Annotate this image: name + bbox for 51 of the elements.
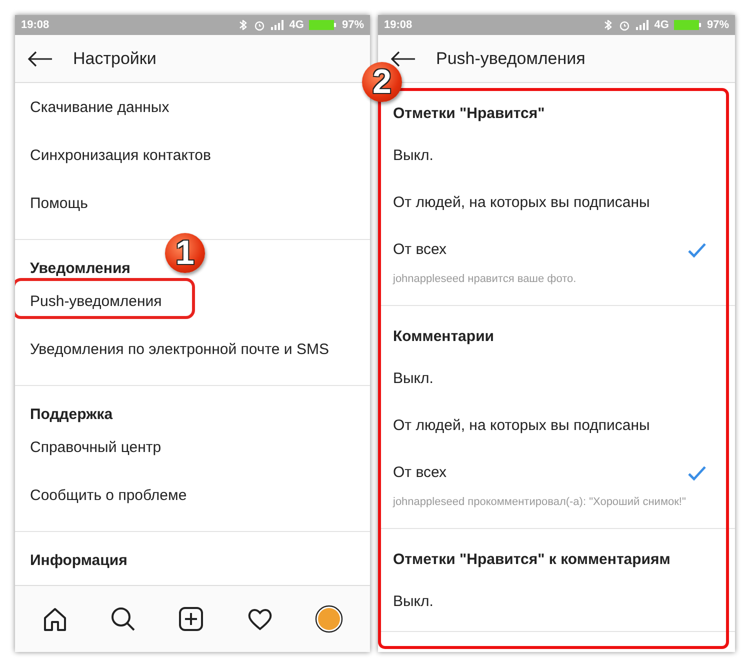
option-label: Выкл. [393,147,434,164]
section-heading: Комментарии [392,327,496,347]
bluetooth-icon [237,20,250,30]
avatar-icon[interactable] [314,605,343,633]
home-icon[interactable] [42,606,68,632]
heart-icon[interactable] [246,606,273,632]
option-item[interactable]: Выкл. [378,578,735,625]
screen-title: Push-уведомления [436,48,586,68]
battery-level: 97% [342,19,364,31]
settings-item[interactable]: Синхронизация контактов [15,131,370,179]
screen-title: Настройки [73,48,156,68]
option-item[interactable]: От всех [378,449,735,496]
option-label: От людей, на которых вы подписаны [393,417,650,434]
battery-level: 97% [706,19,729,31]
option-item[interactable]: От всех [378,226,735,273]
settings-item[interactable]: Справочный центр [15,423,370,471]
add-post-icon[interactable] [178,606,204,632]
search-icon[interactable] [110,606,136,632]
section-heading: Уведомления [29,259,132,277]
back-arrow-icon[interactable] [390,50,416,66]
option-label: Выкл. [393,370,434,387]
battery-icon [308,20,337,30]
preview-text: johnappleseed нравится ваше фото. [392,273,578,287]
section-heading: Информация [29,551,128,569]
step-badge: 1 [165,233,205,273]
settings-item[interactable]: Помощь [15,179,370,227]
section-heading: Поддержка [29,405,114,423]
section-heading: Отметки "Нравится" [392,104,546,124]
signal-icon [635,20,650,30]
signal-icon [270,20,284,30]
status-time: 19:08 [384,19,412,31]
settings-item[interactable]: Уведомления по электронной почте и SMS [15,325,370,373]
alarm-icon [254,20,266,30]
status-time: 19:08 [21,19,50,31]
option-item[interactable]: От людей, на которых вы подписаны [378,402,735,449]
option-label: От всех [393,464,447,481]
network-type: 4G [289,19,304,31]
option-item[interactable]: Выкл. [378,355,735,402]
settings-item[interactable]: Сообщить о проблеме [15,471,370,519]
option-item[interactable]: От людей, на которых вы подписаны [378,179,735,226]
alarm-icon [619,20,630,30]
option-label: От всех [393,241,447,258]
section-heading: Отметки "Нравится" к комментариям [392,550,672,570]
bluetooth-icon [602,20,614,30]
battery-icon [674,20,702,30]
option-item[interactable]: Выкл. [378,132,735,179]
preview-text: johnappleseed прокомментировал(-а): "Хороший снимок!" [392,496,687,510]
back-arrow-icon[interactable] [27,50,53,66]
option-label: От людей, на которых вы подписаны [393,194,650,211]
option-label: Выкл. [393,593,434,610]
network-type: 4G [654,19,669,31]
